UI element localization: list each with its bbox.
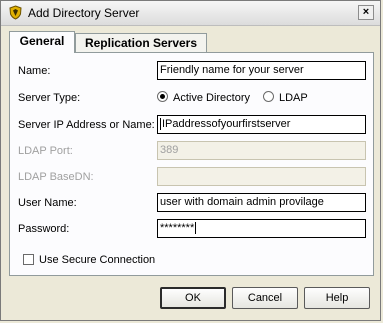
help-button[interactable]: Help bbox=[304, 287, 370, 309]
text-caret bbox=[195, 222, 197, 235]
window-title: Add Directory Server bbox=[28, 6, 140, 20]
tab-general[interactable]: General bbox=[9, 31, 75, 53]
user-name-field[interactable]: user with domain admin provilage bbox=[157, 193, 366, 212]
server-type-label: Server Type: bbox=[18, 92, 81, 104]
radio-active-directory[interactable] bbox=[157, 91, 168, 102]
add-directory-server-dialog: Add Directory Server × General Replicati… bbox=[0, 0, 381, 321]
tab-replication-servers[interactable]: Replication Servers bbox=[75, 33, 207, 53]
title-bar: Add Directory Server × bbox=[1, 1, 380, 26]
server-ip-label: Server IP Address or Name: bbox=[18, 119, 155, 131]
radio-ldap-label: LDAP bbox=[279, 92, 308, 104]
name-label: Name: bbox=[18, 65, 51, 77]
ldap-port-label: LDAP Port: bbox=[18, 145, 73, 157]
secure-connection-label: Use Secure Connection bbox=[39, 254, 156, 266]
password-value: ******** bbox=[160, 222, 195, 234]
ldap-port-field: 389 bbox=[157, 141, 366, 160]
server-ip-value: IPaddressofyourfirstserver bbox=[162, 118, 291, 130]
ldap-basedn-label: LDAP BaseDN: bbox=[18, 171, 94, 183]
radio-active-directory-label: Active Directory bbox=[173, 92, 251, 104]
general-panel bbox=[9, 52, 374, 276]
radio-selected-dot bbox=[160, 94, 165, 99]
ok-button[interactable]: OK bbox=[160, 287, 226, 309]
cancel-button[interactable]: Cancel bbox=[232, 287, 298, 309]
radio-ldap[interactable] bbox=[263, 91, 274, 102]
shield-icon bbox=[9, 5, 22, 20]
ldap-basedn-field bbox=[157, 167, 366, 186]
secure-connection-checkbox[interactable] bbox=[23, 254, 34, 265]
password-field[interactable]: ******** bbox=[157, 219, 366, 238]
password-label: Password: bbox=[18, 223, 70, 235]
server-ip-field[interactable]: IPaddressofyourfirstserver bbox=[157, 115, 366, 134]
close-button[interactable]: × bbox=[358, 5, 374, 20]
user-name-label: User Name: bbox=[18, 197, 77, 209]
name-field[interactable]: Friendly name for your server bbox=[157, 61, 366, 80]
text-caret bbox=[160, 118, 161, 131]
